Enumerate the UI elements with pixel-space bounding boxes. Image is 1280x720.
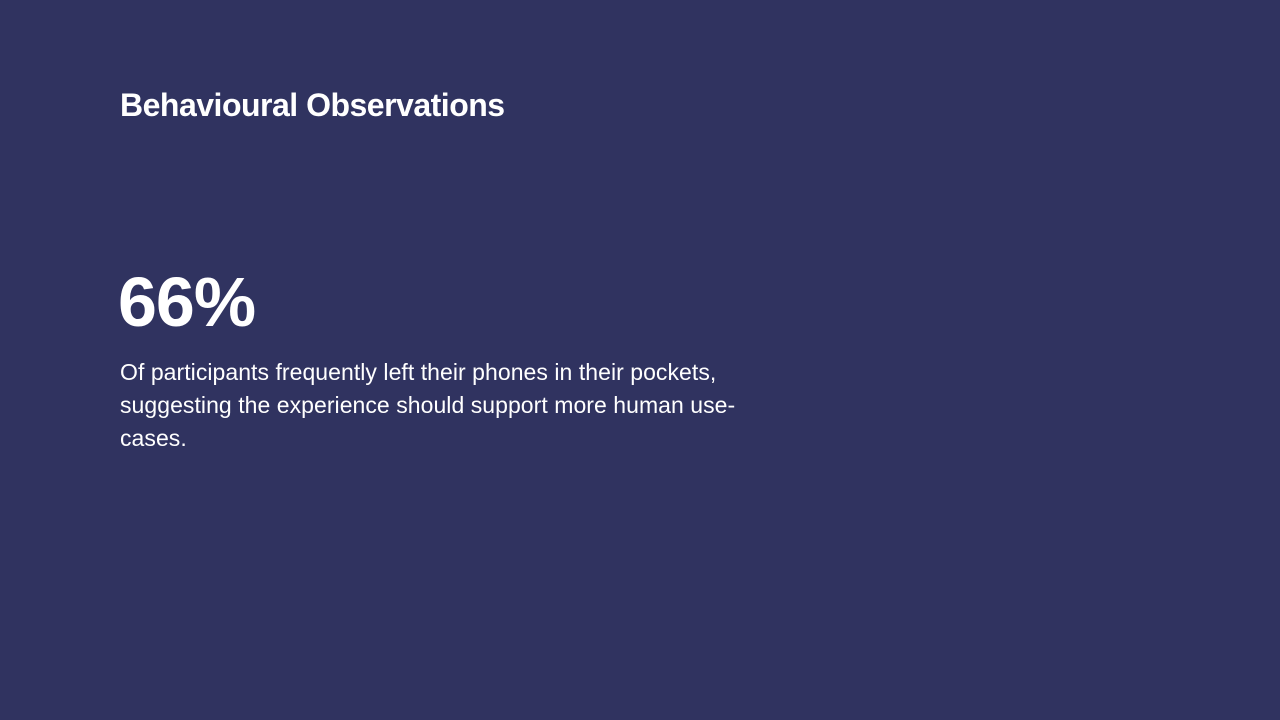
slide-title: Behavioural Observations — [120, 87, 505, 123]
percentage-stat: 66% — [118, 263, 256, 341]
stat-description: Of participants frequently left their ph… — [120, 359, 736, 451]
slide: Behavioural Observations 66% Of particip… — [0, 0, 1280, 720]
